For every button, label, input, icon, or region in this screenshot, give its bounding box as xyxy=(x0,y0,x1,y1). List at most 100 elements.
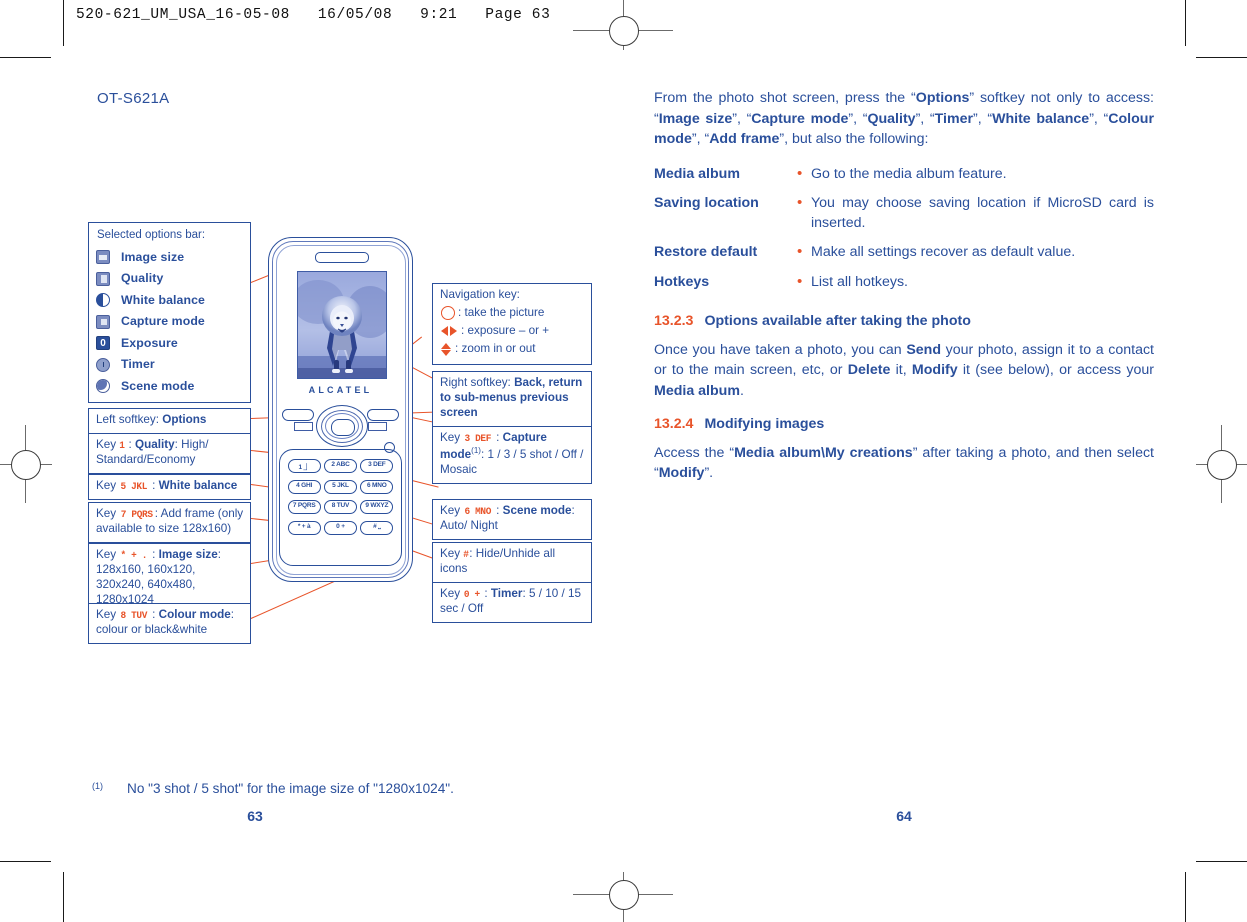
emphasised-term: Media album\My creations xyxy=(734,444,913,461)
phone-side-key-right xyxy=(368,422,387,431)
footnote-reference: (1) xyxy=(471,446,481,456)
section-heading-13-2-3: 13.2.3 Options available after taking the… xyxy=(654,313,1154,329)
bullet-icon: • xyxy=(797,193,803,211)
key-0-glyph: 0 + xyxy=(464,589,481,601)
phone-key: 8 TUV xyxy=(323,500,357,515)
phone-key-label: 6 MNO xyxy=(367,481,387,489)
emphasised-term: Image size xyxy=(658,110,733,127)
options-definition-table: Media album • Go to the media album featur… xyxy=(654,164,1154,301)
navigation-key-row: : take the picture xyxy=(441,306,585,321)
key-word: Key xyxy=(96,608,117,621)
page-number-right: 64 xyxy=(896,808,912,824)
key-8-callout: Key 8 TUV : Colour mode: colour or black… xyxy=(88,603,251,645)
bullet-icon: • xyxy=(797,164,803,182)
definition-row: Hotkeys • List all hotkeys. xyxy=(654,272,1154,301)
phone-key-label: 9 WXYZ xyxy=(365,502,389,510)
definition-description: List all hotkeys. xyxy=(811,273,908,290)
phone-key-label: 5 JKL xyxy=(332,481,349,489)
key-7-function: : Add frame (only available to size 128x… xyxy=(96,507,244,536)
left-softkey-value: Options xyxy=(162,413,207,426)
options-bar-label: Exposure xyxy=(121,335,178,350)
navigation-key-text: : zoom in or out xyxy=(455,341,536,355)
body-paragraph-2: Access the “Media album\My creations” af… xyxy=(654,443,1154,484)
emphasised-term: Modify xyxy=(911,362,958,379)
key-8-glyph: 8 TUV xyxy=(120,610,148,622)
emphasised-term: Media album xyxy=(654,382,740,399)
emphasised-term: Modify xyxy=(658,465,705,482)
options-bar-row: White balance xyxy=(96,290,244,312)
key-word: Key xyxy=(440,504,461,517)
navigation-key-text: : exposure – or + xyxy=(461,323,550,337)
options-bar-row: Quality xyxy=(96,268,244,290)
key-word: Key xyxy=(96,479,117,492)
options-bar-title: Selected options bar: xyxy=(97,229,206,241)
key-0-function: Timer xyxy=(490,587,523,600)
phone-key: # ⎵ xyxy=(360,521,394,536)
body-text: ”. xyxy=(704,465,714,482)
definition-description: Go to the media album feature. xyxy=(811,165,1007,182)
section-number: 13.2.3 xyxy=(654,312,694,329)
print-slug-header: 520-621_UM_USA_16-05-08 16/05/08 9:21 Pa… xyxy=(76,7,551,23)
navigation-key-row: : zoom in or out xyxy=(441,342,585,357)
key-7-glyph: 7 PQRS xyxy=(121,509,154,521)
phone-earpiece xyxy=(314,252,369,263)
phone-keypad: 1 ⏌ 2 ABC 3 DEF 4 GHI 5 JKL 6 MNO 7 PQRS 8 TUV 9… xyxy=(279,449,402,566)
registration-mark-top xyxy=(573,0,673,50)
image-size-icon xyxy=(96,250,110,265)
key-hash-callout: Key #: Hide/Unhide all icons xyxy=(432,542,592,584)
emphasised-term: White balance xyxy=(992,110,1090,127)
section-number: 13.2.4 xyxy=(654,415,694,432)
section-title: Modifying images xyxy=(704,415,825,432)
crop-mark-top-right-v xyxy=(1185,0,1187,46)
phone-brand-logo: ALCATEL xyxy=(308,385,373,395)
navigation-key-title: Navigation key: xyxy=(440,288,520,301)
right-softkey-callout: Right softkey: Back, return to sub-menus… xyxy=(432,371,592,427)
body-text: ”, “ xyxy=(691,131,710,148)
phone-screen xyxy=(296,271,387,379)
capture-mode-icon xyxy=(96,314,110,329)
phone-key-label: 2 ABC xyxy=(331,461,350,469)
options-bar-label: Scene mode xyxy=(121,378,195,393)
camera-keys-diagram: ALCATEL 1 ⏌ 2 ABC 3 DEF 4 GHI 5 JKL 6 MNO 7 PQ… xyxy=(88,222,598,645)
phone-key: 4 GHI xyxy=(287,479,321,494)
options-bar-row: Capture mode xyxy=(96,311,244,333)
emphasised-term: Add frame xyxy=(709,131,780,148)
left-softkey-callout: Left softkey: Options xyxy=(88,408,251,434)
navigation-key-row: : exposure – or + xyxy=(441,324,585,339)
key-6-glyph: 6 MNO xyxy=(464,506,492,518)
phone-key-label: 4 GHI xyxy=(296,481,313,489)
quality-icon xyxy=(96,271,110,286)
page-number-left: 63 xyxy=(247,808,263,824)
navigation-key-text: : take the picture xyxy=(458,305,545,319)
options-bar-row: Image size xyxy=(96,247,244,269)
phone-ok-key xyxy=(330,418,355,436)
key-5-glyph: 5 JKL xyxy=(120,481,148,493)
key-6-function: Scene mode xyxy=(502,504,572,517)
options-bar-label: Image size xyxy=(121,249,185,264)
registration-mark-left xyxy=(0,425,52,503)
footnote-marker: (1) xyxy=(92,781,103,791)
right-softkey-prefix: Right softkey: xyxy=(440,376,515,389)
crop-mark-bottom-left-h xyxy=(0,861,51,863)
footnote: (1) No "3 shot / 5 shot" for the image s… xyxy=(92,779,612,798)
definition-row: Saving location • You may choose saving lo… xyxy=(654,193,1154,242)
definition-description: You may choose saving location if MicroS… xyxy=(811,194,1154,232)
body-text: ”, “ xyxy=(848,110,868,127)
phone-key-label: 1 ⏌ xyxy=(298,464,310,472)
definition-row: Restore default • Make all settings recove… xyxy=(654,242,1154,271)
phone-key: * + à xyxy=(287,521,321,536)
phone-key-label: 8 TUV xyxy=(331,502,350,510)
up-down-arrows-icon xyxy=(441,342,451,356)
phone-key-label: 3 DEF xyxy=(368,461,386,469)
definition-term: Media album xyxy=(654,165,740,182)
key-8-function: Colour mode xyxy=(158,608,231,621)
phone-key-label: * + à xyxy=(297,523,311,531)
crop-mark-bottom-right-h xyxy=(1196,861,1247,863)
key-1-glyph: 1 xyxy=(119,440,126,452)
options-bar-label: Timer xyxy=(121,357,155,372)
crop-mark-top-left-v xyxy=(63,0,65,46)
phone-key: 1 ⏌ xyxy=(287,459,321,474)
phone-side-key-left xyxy=(294,422,313,431)
phone-key-label: 0 + xyxy=(336,523,345,531)
body-text: it, xyxy=(890,362,912,379)
